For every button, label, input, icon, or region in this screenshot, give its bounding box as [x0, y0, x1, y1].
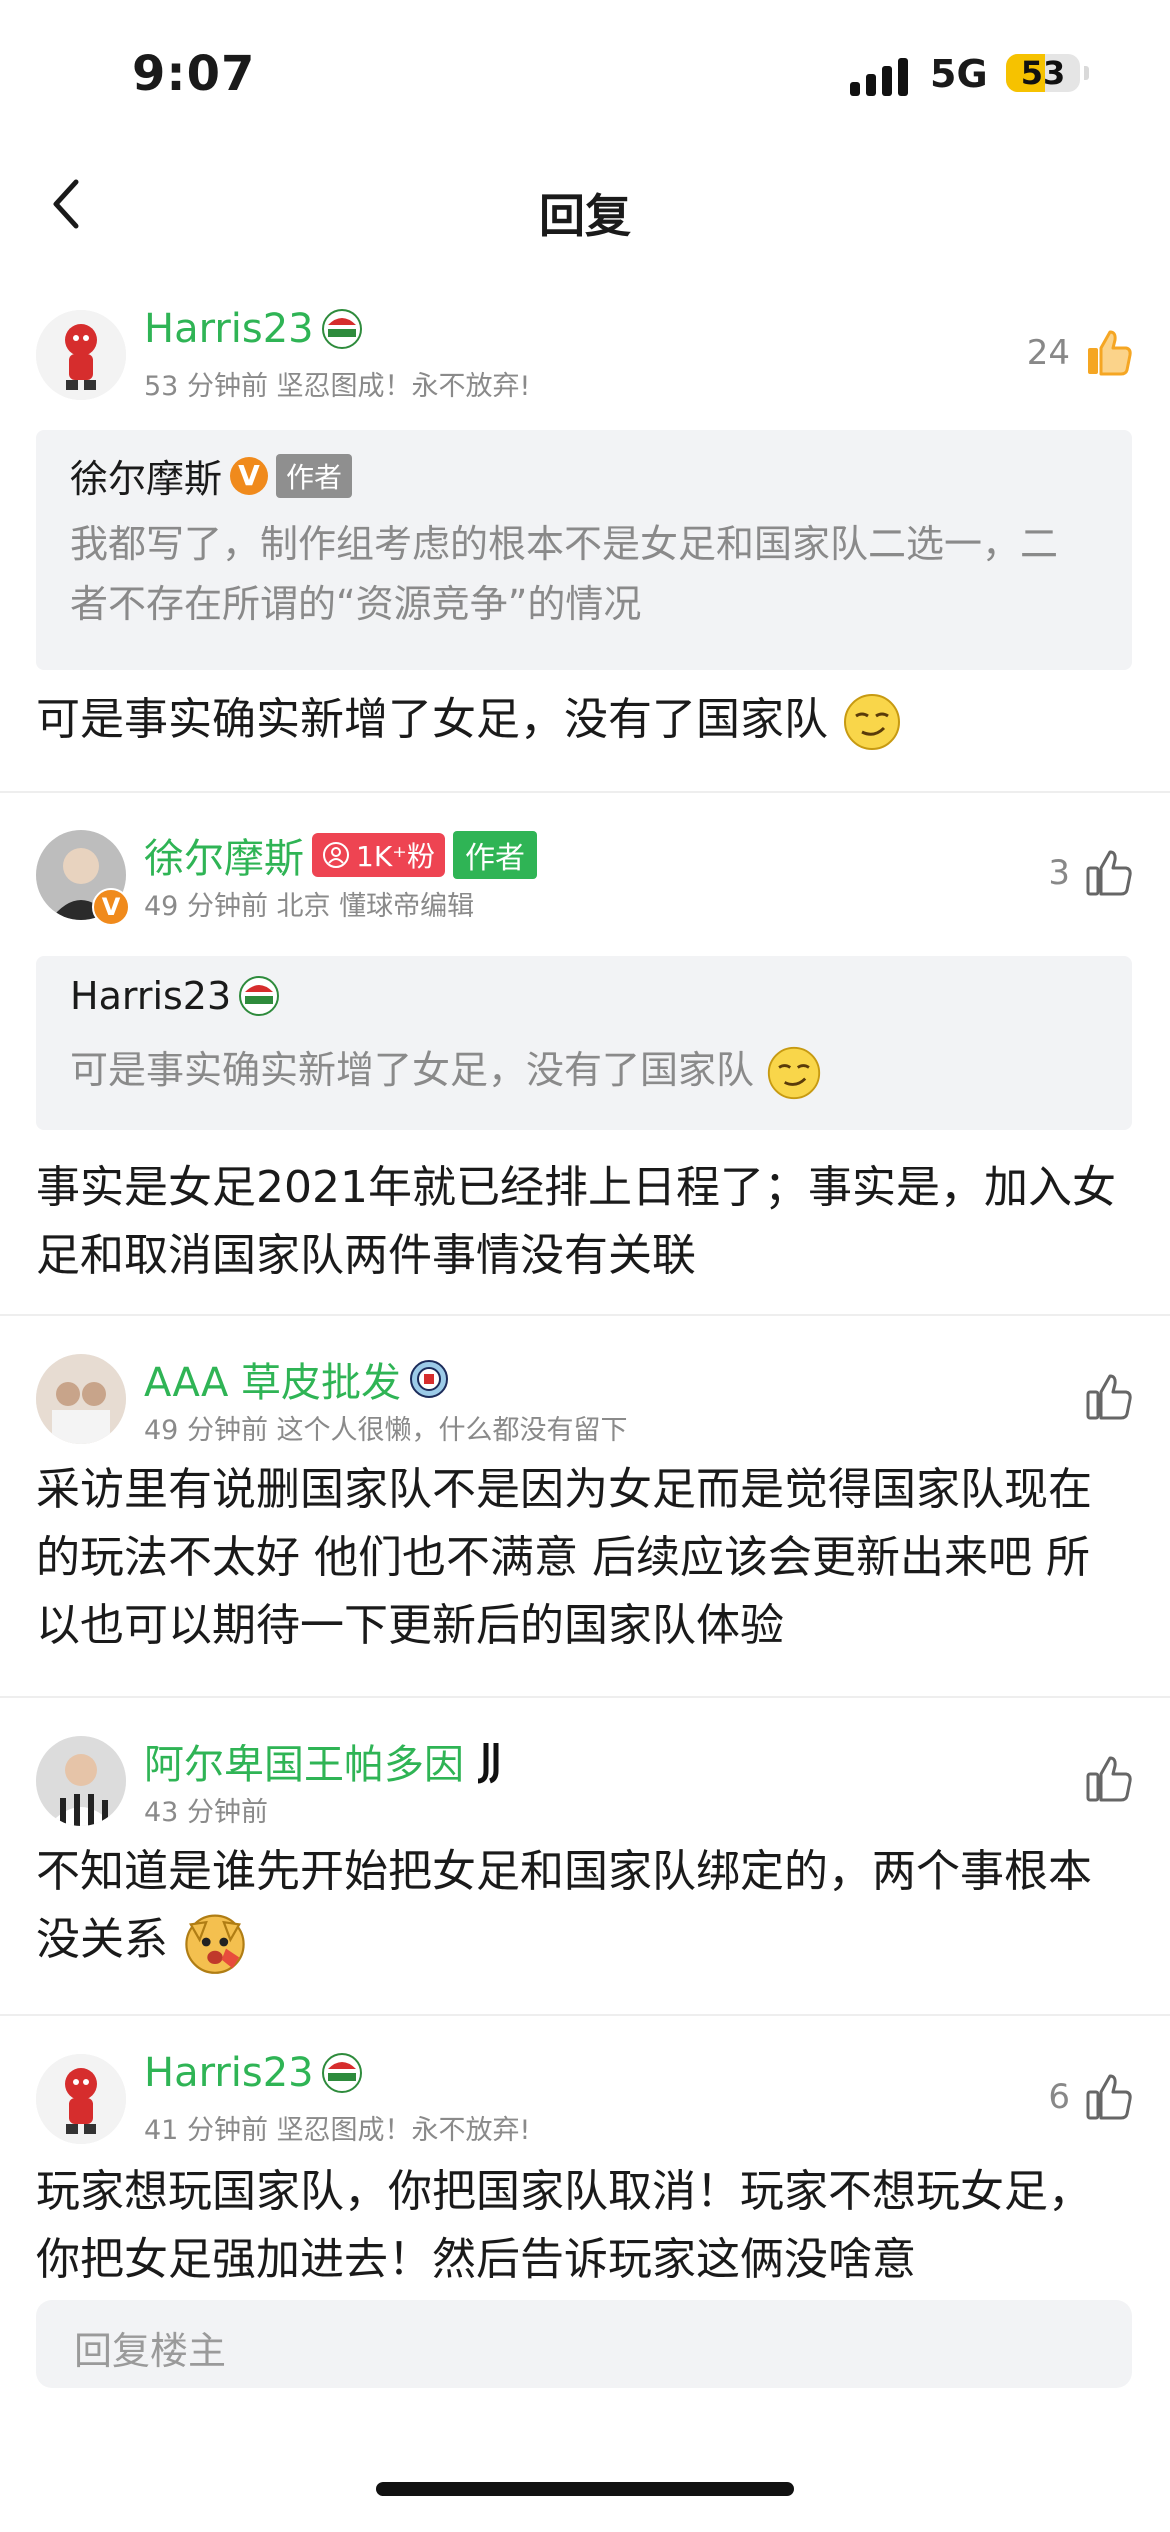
battery-tip	[1084, 66, 1089, 80]
username[interactable]: 阿尔卑国王帕多因	[144, 1732, 464, 1790]
mascot-icon	[36, 310, 126, 400]
like-count: 6	[1048, 2077, 1070, 2117]
club-badge-icon	[239, 976, 280, 1016]
status-time: 9:07	[132, 46, 256, 102]
quoted-text: 可是事实确实新增了女足，没有了国家队	[70, 1040, 1092, 1101]
club-badge-icon	[321, 2053, 362, 2093]
comment-meta: 41 分钟前 坚忍图成！永不放弃!	[144, 2115, 531, 2146]
verified-v-icon: V	[230, 456, 269, 495]
comment-meta: 43 分钟前	[144, 1797, 268, 1828]
like-button[interactable]: 6	[1048, 2072, 1134, 2122]
fans-count: 1K⁺粉	[356, 840, 435, 873]
quoted-text-content: 可是事实确实新增了女足，没有了国家队	[70, 1048, 755, 1092]
divider	[0, 2014, 1170, 2016]
profile-photo-icon	[36, 1736, 126, 1826]
avatar[interactable]	[36, 1354, 126, 1444]
juventus-badge-icon	[472, 1741, 512, 1784]
author-tag: 作者	[276, 453, 353, 498]
nav-bar: 回复	[0, 150, 1170, 270]
signal-icon	[850, 58, 908, 96]
username[interactable]: 徐尔摩斯	[144, 826, 304, 884]
comment-item: V 徐尔摩斯 1K⁺粉 作者 49 分钟前 北京 懂球帝编辑 3 Harris2…	[0, 820, 1170, 1310]
user-icon	[323, 842, 349, 868]
like-button[interactable]	[1070, 1754, 1134, 1804]
fans-badge: 1K⁺粉	[312, 833, 445, 877]
username[interactable]: Harris23	[144, 306, 314, 352]
status-bar: 9:07 5G 53	[0, 0, 1170, 150]
username[interactable]: AAA 草皮批发	[144, 1350, 401, 1408]
comment-text: 采访里有说删国家队不是因为女足而是觉得国家队现在的玩法不太好 他们也不满意 后续…	[36, 1464, 1092, 1651]
reply-input[interactable]: 回复楼主	[36, 2300, 1132, 2388]
comment-item: Harris23 53 分钟前 坚忍图成！永不放弃! 24 徐尔摩斯 V 作者 …	[0, 300, 1170, 780]
like-count: 3	[1048, 853, 1070, 893]
reply-placeholder: 回复楼主	[74, 2329, 227, 2373]
doge-shocked-emoji-icon	[185, 1914, 245, 1974]
divider	[0, 1696, 1170, 1698]
thumbs-up-icon	[1086, 850, 1132, 896]
comment-text-content: 可是事实确实新增了女足，没有了国家队	[36, 694, 828, 745]
divider	[0, 791, 1170, 793]
quoted-username: Harris23	[70, 974, 232, 1018]
comment-item: Harris23 41 分钟前 坚忍图成！永不放弃! 6 玩家想玩国家队，你把国…	[0, 2044, 1170, 2280]
verified-v-icon: V	[92, 888, 130, 926]
thumbs-up-icon	[1086, 2074, 1132, 2120]
like-button[interactable]: 24	[1027, 328, 1134, 378]
quoted-text: 我都写了，制作组考虑的根本不是女足和国家队二选一，二者不存在所谓的“资源竞争”的…	[70, 522, 1059, 626]
author-tag: 作者	[452, 831, 537, 879]
like-button[interactable]: 3	[1048, 848, 1134, 898]
smirk-emoji-icon	[844, 694, 900, 750]
avatar[interactable]	[36, 310, 126, 400]
home-indicator[interactable]	[376, 2482, 794, 2496]
network-type: 5G	[930, 52, 988, 96]
username[interactable]: Harris23	[144, 2050, 314, 2096]
thumbs-up-filled-icon	[1088, 330, 1132, 376]
comment-meta: 49 分钟前 这个人很懒，什么都没有留下	[144, 1415, 628, 1446]
comment-item: 阿尔卑国王帕多因 43 分钟前 不知道是谁先开始把女足和国家队绑定的，两个事根本…	[0, 1726, 1170, 1996]
comment-text: 事实是女足2021年就已经排上日程了；事实是，加入女足和取消国家队两件事情没有关…	[36, 1162, 1116, 1281]
smirk-emoji-icon	[767, 1046, 821, 1099]
battery-percent: 53	[1020, 54, 1066, 92]
thumbs-up-icon	[1086, 1374, 1132, 1420]
comment-text: 不知道是谁先开始把女足和国家队绑定的，两个事根本没关系	[36, 1838, 1130, 1975]
page-title: 回复	[539, 189, 631, 243]
comment-meta: 49 分钟前 北京 懂球帝编辑	[144, 891, 475, 922]
comment-text: 玩家想玩国家队，你把国家队取消！玩家不想玩女足，你把女足强加进去！然后告诉玩家这…	[36, 2166, 1092, 2280]
battery-icon: 53	[1006, 54, 1080, 92]
avatar[interactable]	[36, 1736, 126, 1826]
avatar[interactable]	[36, 2054, 126, 2144]
club-badge-icon	[409, 1359, 449, 1399]
thumbs-up-icon	[1086, 1756, 1132, 1802]
comment-meta: 53 分钟前 坚忍图成！永不放弃!	[144, 371, 531, 402]
mascot-icon	[36, 2054, 126, 2144]
profile-photo-icon	[36, 1354, 126, 1444]
like-count: 24	[1026, 333, 1070, 373]
quoted-username: 徐尔摩斯	[70, 457, 223, 501]
divider	[0, 1314, 1170, 1316]
comment-text: 可是事实确实新增了女足，没有了国家队	[36, 686, 1130, 754]
like-button[interactable]	[1070, 1372, 1134, 1422]
club-badge-icon	[321, 309, 362, 349]
comment-item: AAA 草皮批发 49 分钟前 这个人很懒，什么都没有留下 采访里有说删国家队不…	[0, 1344, 1170, 1684]
quoted-comment[interactable]: Harris23 可是事实确实新增了女足，没有了国家队	[36, 956, 1132, 1130]
quoted-comment[interactable]: 徐尔摩斯 V 作者 我都写了，制作组考虑的根本不是女足和国家队二选一，二者不存在…	[36, 430, 1132, 670]
